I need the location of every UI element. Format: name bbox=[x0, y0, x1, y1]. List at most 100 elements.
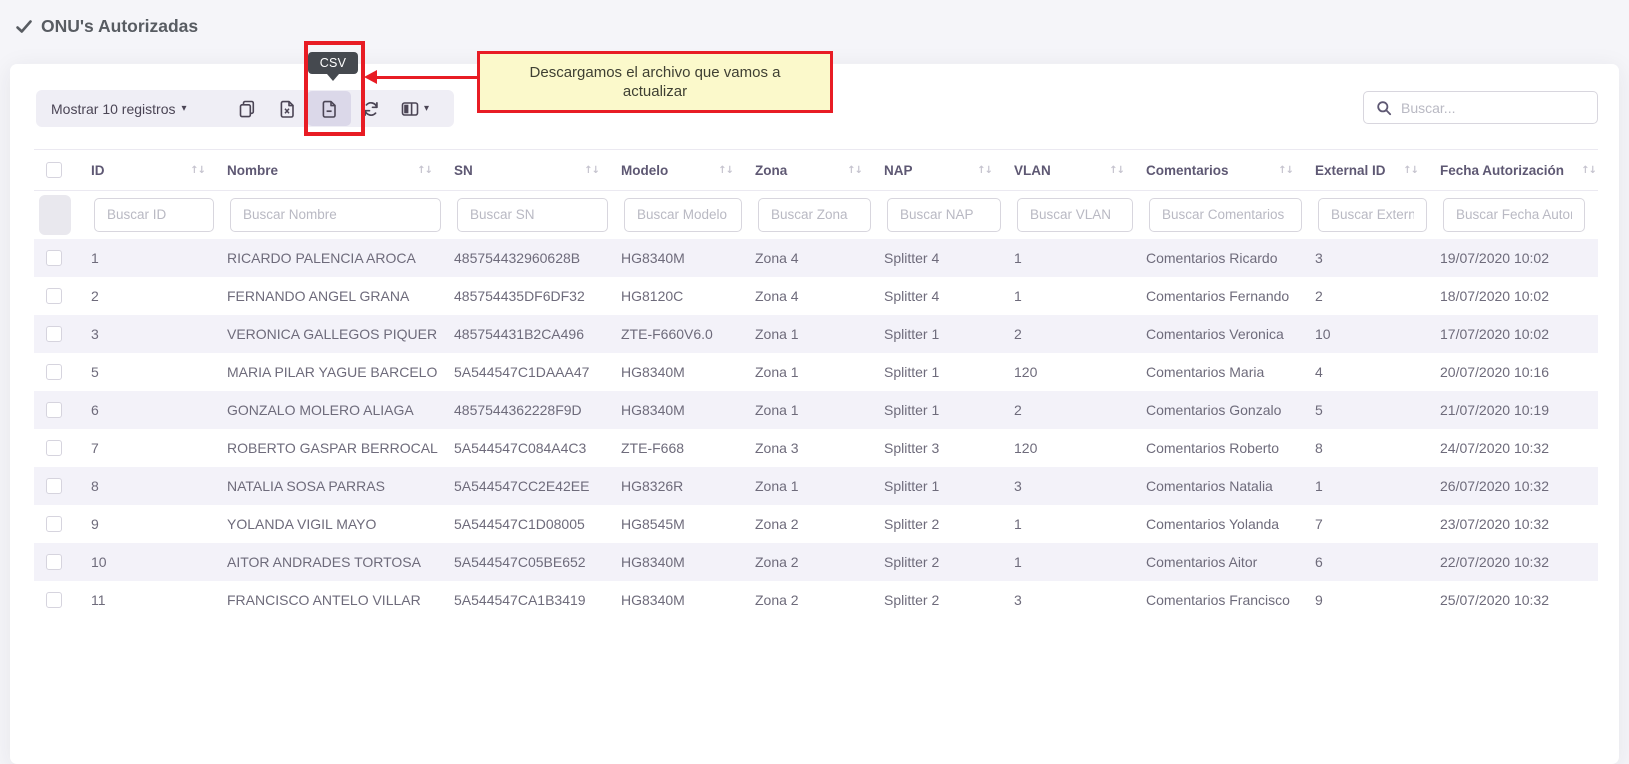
column-header-vlan[interactable]: VLAN↑↓ bbox=[1014, 150, 1146, 191]
cell-zona: Zona 2 bbox=[755, 581, 884, 619]
cell-external_id: 10 bbox=[1315, 315, 1440, 353]
cell-zona: Zona 4 bbox=[755, 277, 884, 315]
filter-input-nombre[interactable] bbox=[230, 198, 441, 232]
row-checkbox[interactable] bbox=[46, 364, 62, 380]
cell-vlan: 1 bbox=[1014, 239, 1146, 277]
row-checkbox[interactable] bbox=[46, 440, 62, 456]
filter-input-id[interactable] bbox=[94, 198, 214, 232]
filter-cell-modelo bbox=[621, 191, 755, 239]
row-select-cell bbox=[34, 391, 91, 429]
filter-cell-checkbox bbox=[34, 191, 91, 239]
length-menu-dropdown[interactable]: Mostrar 10 registros ▾ bbox=[51, 101, 211, 117]
filter-cell-nap bbox=[884, 191, 1014, 239]
cell-nap: Splitter 1 bbox=[884, 315, 1014, 353]
column-header-comentarios[interactable]: Comentarios↑↓ bbox=[1146, 150, 1315, 191]
cell-fecha: 24/07/2020 10:32 bbox=[1440, 429, 1598, 467]
filter-input-modelo[interactable] bbox=[624, 198, 742, 232]
cell-sn: 485754435DF6DF32 bbox=[454, 277, 621, 315]
filter-cell-external_id bbox=[1315, 191, 1440, 239]
sort-icon[interactable]: ↑↓ bbox=[847, 165, 862, 176]
column-label-fecha: Fecha Autorización bbox=[1440, 163, 1564, 178]
row-checkbox[interactable] bbox=[46, 250, 62, 266]
sort-icon[interactable]: ↑↓ bbox=[1278, 165, 1293, 176]
cell-vlan: 3 bbox=[1014, 581, 1146, 619]
cell-nombre: FERNANDO ANGEL GRANA bbox=[227, 277, 454, 315]
row-select-cell bbox=[34, 277, 91, 315]
cell-nombre: NATALIA SOSA PARRAS bbox=[227, 467, 454, 505]
cell-id: 2 bbox=[91, 277, 227, 315]
cell-nap: Splitter 4 bbox=[884, 239, 1014, 277]
cell-nap: Splitter 2 bbox=[884, 505, 1014, 543]
search-input[interactable] bbox=[1401, 92, 1597, 123]
row-checkbox[interactable] bbox=[46, 592, 62, 608]
filter-cell-id bbox=[91, 191, 227, 239]
chevron-down-icon: ▾ bbox=[181, 103, 186, 114]
cell-nombre: GONZALO MOLERO ALIAGA bbox=[227, 391, 454, 429]
sort-icon[interactable]: ↑↓ bbox=[417, 165, 432, 176]
select-all-checkbox[interactable] bbox=[46, 162, 62, 178]
sort-icon[interactable]: ↑↓ bbox=[1109, 165, 1124, 176]
chevron-down-icon: ▾ bbox=[424, 103, 429, 114]
cell-vlan: 2 bbox=[1014, 315, 1146, 353]
sort-icon[interactable]: ↑↓ bbox=[1581, 165, 1596, 176]
filter-input-vlan[interactable] bbox=[1017, 198, 1133, 232]
filter-input-comentarios[interactable] bbox=[1149, 198, 1302, 232]
cell-comentarios: Comentarios Francisco bbox=[1146, 581, 1315, 619]
filter-input-external_id[interactable] bbox=[1318, 198, 1427, 232]
cell-id: 6 bbox=[91, 391, 227, 429]
column-header-zona[interactable]: Zona↑↓ bbox=[755, 150, 884, 191]
column-header-nap[interactable]: NAP↑↓ bbox=[884, 150, 1014, 191]
row-checkbox[interactable] bbox=[46, 288, 62, 304]
column-header-modelo[interactable]: Modelo↑↓ bbox=[621, 150, 755, 191]
table-row: 9YOLANDA VIGIL MAYO5A544547C1D08005HG854… bbox=[34, 505, 1598, 543]
filter-input-fecha[interactable] bbox=[1443, 198, 1585, 232]
row-select-cell bbox=[34, 543, 91, 581]
cell-modelo: HG8340M bbox=[621, 239, 755, 277]
column-header-select-all bbox=[34, 150, 91, 191]
annotation-arrow bbox=[364, 70, 477, 84]
column-label-id: ID bbox=[91, 163, 105, 178]
cell-nombre: ROBERTO GASPAR BERROCAL bbox=[227, 429, 454, 467]
cell-sn: 485754432960628B bbox=[454, 239, 621, 277]
cell-nap: Splitter 1 bbox=[884, 467, 1014, 505]
column-header-id[interactable]: ID ↑↓ bbox=[91, 150, 227, 191]
column-header-external_id[interactable]: External ID↑↓ bbox=[1315, 150, 1440, 191]
copy-button[interactable] bbox=[227, 91, 267, 126]
filter-input-nap[interactable] bbox=[887, 198, 1001, 232]
sort-icon[interactable]: ↑↓ bbox=[718, 165, 733, 176]
reload-button[interactable] bbox=[351, 91, 391, 126]
row-select-cell bbox=[34, 353, 91, 391]
row-checkbox[interactable] bbox=[46, 516, 62, 532]
cell-zona: Zona 1 bbox=[755, 391, 884, 429]
excel-button[interactable] bbox=[267, 91, 307, 126]
annotation-callout: Descargamos el archivo que vamos a actua… bbox=[477, 51, 833, 113]
datatable-buttons-bar: Mostrar 10 registros ▾ bbox=[36, 90, 454, 127]
row-checkbox[interactable] bbox=[46, 402, 62, 418]
sort-icon[interactable]: ↑↓ bbox=[1403, 165, 1418, 176]
cell-sn: 5A544547C1D08005 bbox=[454, 505, 621, 543]
column-label-nombre: Nombre bbox=[227, 163, 278, 178]
check-icon bbox=[15, 18, 33, 36]
csv-button[interactable]: CSV Descargamos el archivo que vamos a a… bbox=[307, 91, 351, 126]
column-header-sn[interactable]: SN↑↓ bbox=[454, 150, 621, 191]
sort-icon[interactable]: ↑↓ bbox=[190, 165, 205, 176]
cell-vlan: 2 bbox=[1014, 391, 1146, 429]
filter-input-zona[interactable] bbox=[758, 198, 871, 232]
row-checkbox[interactable] bbox=[46, 478, 62, 494]
column-visibility-button[interactable]: ▾ bbox=[391, 91, 439, 126]
row-checkbox[interactable] bbox=[46, 326, 62, 342]
table-row: 11FRANCISCO ANTELO VILLAR5A544547CA1B341… bbox=[34, 581, 1598, 619]
cell-vlan: 1 bbox=[1014, 277, 1146, 315]
search-icon bbox=[1376, 100, 1392, 116]
sort-icon[interactable]: ↑↓ bbox=[977, 165, 992, 176]
filter-cell-fecha bbox=[1440, 191, 1598, 239]
row-checkbox[interactable] bbox=[46, 554, 62, 570]
column-header-fecha[interactable]: Fecha Autorización ↑↓ bbox=[1440, 150, 1598, 191]
column-header-nombre[interactable]: Nombre ↑↓ bbox=[227, 150, 454, 191]
sort-icon[interactable]: ↑↓ bbox=[584, 165, 599, 176]
cell-zona: Zona 1 bbox=[755, 315, 884, 353]
cell-nap: Splitter 2 bbox=[884, 581, 1014, 619]
cell-fecha: 21/07/2020 10:19 bbox=[1440, 391, 1598, 429]
cell-comentarios: Comentarios Fernando bbox=[1146, 277, 1315, 315]
filter-input-sn[interactable] bbox=[457, 198, 608, 232]
